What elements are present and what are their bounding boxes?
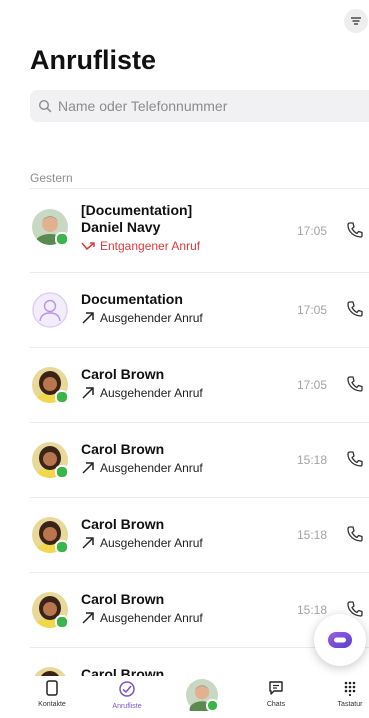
call-type-label: Entgangener Anruf bbox=[100, 239, 201, 253]
tab-kontakte[interactable]: Kontakte bbox=[22, 680, 82, 708]
call-type: Ausgehender Anruf bbox=[81, 611, 203, 625]
dialpad-icon bbox=[344, 681, 356, 696]
call-info: Documentation Ausgehender Anruf bbox=[81, 291, 203, 325]
call-type-label: Ausgehender Anruf bbox=[100, 536, 203, 550]
avatar bbox=[32, 517, 69, 554]
tab-label: Anrufliste bbox=[112, 703, 142, 710]
call-time: 17:05 bbox=[297, 303, 328, 317]
tab-tastatur[interactable]: Tastatur bbox=[320, 680, 369, 708]
tab-anrufliste[interactable]: Anrufliste bbox=[97, 680, 157, 710]
phone-icon[interactable] bbox=[346, 525, 364, 543]
contact-name: Documentation bbox=[81, 291, 183, 307]
call-row[interactable]: Documentation Ausgehender Anruf 17:05 bbox=[30, 272, 369, 347]
tab-label: Kontakte bbox=[38, 701, 66, 708]
call-type-label: Ausgehender Anruf bbox=[100, 611, 203, 625]
tab-label: Chats bbox=[266, 701, 286, 708]
filter-button[interactable] bbox=[344, 9, 368, 33]
missed-call-icon bbox=[81, 242, 95, 251]
presence-indicator bbox=[55, 390, 69, 404]
call-time: 15:18 bbox=[297, 603, 328, 617]
tab-chats[interactable]: Chats bbox=[246, 680, 306, 708]
page-title: Anrufliste bbox=[30, 45, 157, 75]
avatar bbox=[32, 292, 68, 328]
tab-profile[interactable] bbox=[172, 679, 232, 718]
assistant-chat-icon bbox=[328, 632, 352, 648]
section-header-gestern: Gestern bbox=[30, 171, 73, 185]
filter-icon bbox=[351, 17, 361, 25]
contact-name: Carol Brown bbox=[81, 441, 165, 457]
call-time: 15:18 bbox=[297, 453, 328, 467]
avatar bbox=[32, 367, 69, 404]
call-time: 15:18 bbox=[297, 528, 328, 542]
tab-label: Tastatur bbox=[337, 701, 363, 708]
call-list: [Documentation] Daniel Navy Entgangener … bbox=[30, 188, 369, 677]
phone-icon[interactable] bbox=[346, 450, 364, 468]
call-row[interactable]: Carol Brown Ausgehender Anruf 15:18 bbox=[30, 422, 369, 497]
avatar bbox=[32, 442, 69, 479]
search-icon bbox=[38, 99, 52, 113]
call-type: Ausgehender Anruf bbox=[81, 536, 203, 550]
presence-indicator bbox=[55, 615, 69, 629]
search-bar[interactable] bbox=[30, 90, 369, 122]
phone-icon[interactable] bbox=[346, 300, 364, 318]
call-type: Ausgehender Anruf bbox=[81, 386, 203, 400]
call-time: 17:05 bbox=[297, 378, 328, 392]
presence-indicator bbox=[206, 699, 219, 712]
presence-indicator bbox=[55, 540, 69, 554]
outgoing-call-icon bbox=[82, 537, 94, 549]
presence-indicator bbox=[55, 465, 69, 479]
call-row[interactable]: Carol Brown Ausgehender Anruf 15:18 bbox=[30, 497, 369, 572]
call-row[interactable]: [Documentation] Daniel Navy Entgangener … bbox=[30, 188, 369, 272]
call-info: Carol Brown Ausgehender Anruf bbox=[81, 516, 203, 550]
phone-icon[interactable] bbox=[346, 375, 364, 393]
call-info: Carol Brown Ausgehender Anruf bbox=[81, 591, 203, 625]
presence-indicator bbox=[55, 232, 69, 246]
phone-icon[interactable] bbox=[346, 221, 364, 239]
profile-avatar bbox=[186, 679, 219, 718]
contact-name: Carol Brown bbox=[81, 591, 165, 607]
contact-name-secondary: Daniel Navy bbox=[81, 219, 161, 235]
call-type-label: Ausgehender Anruf bbox=[100, 386, 203, 400]
call-type: Entgangener Anruf bbox=[81, 239, 200, 253]
contact-name: [Documentation] bbox=[81, 202, 193, 218]
user-icon bbox=[32, 292, 68, 328]
contacts-icon bbox=[46, 680, 58, 696]
call-type-label: Ausgehender Anruf bbox=[100, 311, 203, 325]
outgoing-call-icon bbox=[82, 387, 94, 399]
outgoing-call-icon bbox=[82, 312, 94, 324]
call-info: Carol Brown Ausgehender Anruf bbox=[81, 441, 203, 475]
search-input[interactable] bbox=[52, 98, 358, 114]
outgoing-call-icon bbox=[82, 612, 94, 624]
call-row[interactable]: Carol Brown Ausgehender Anruf 17:05 bbox=[30, 347, 369, 422]
contact-name: Carol Brown bbox=[81, 366, 165, 382]
call-time: 17:05 bbox=[297, 224, 328, 238]
chat-icon bbox=[269, 681, 283, 695]
bottom-tab-bar: Kontakte Anrufliste Chats Tastatur bbox=[0, 676, 369, 718]
call-history-icon bbox=[119, 681, 135, 697]
contact-name: Carol Brown bbox=[81, 516, 165, 532]
avatar bbox=[32, 592, 69, 629]
call-type: Ausgehender Anruf bbox=[81, 461, 203, 475]
chat-fab-button[interactable] bbox=[314, 614, 366, 666]
avatar bbox=[32, 209, 69, 246]
call-info: [Documentation] Daniel Navy Entgangener … bbox=[81, 202, 200, 253]
call-info: Carol Brown Ausgehender Anruf bbox=[81, 366, 203, 400]
call-type-label: Ausgehender Anruf bbox=[100, 461, 203, 475]
outgoing-call-icon bbox=[82, 462, 94, 474]
call-type: Ausgehender Anruf bbox=[81, 311, 203, 325]
